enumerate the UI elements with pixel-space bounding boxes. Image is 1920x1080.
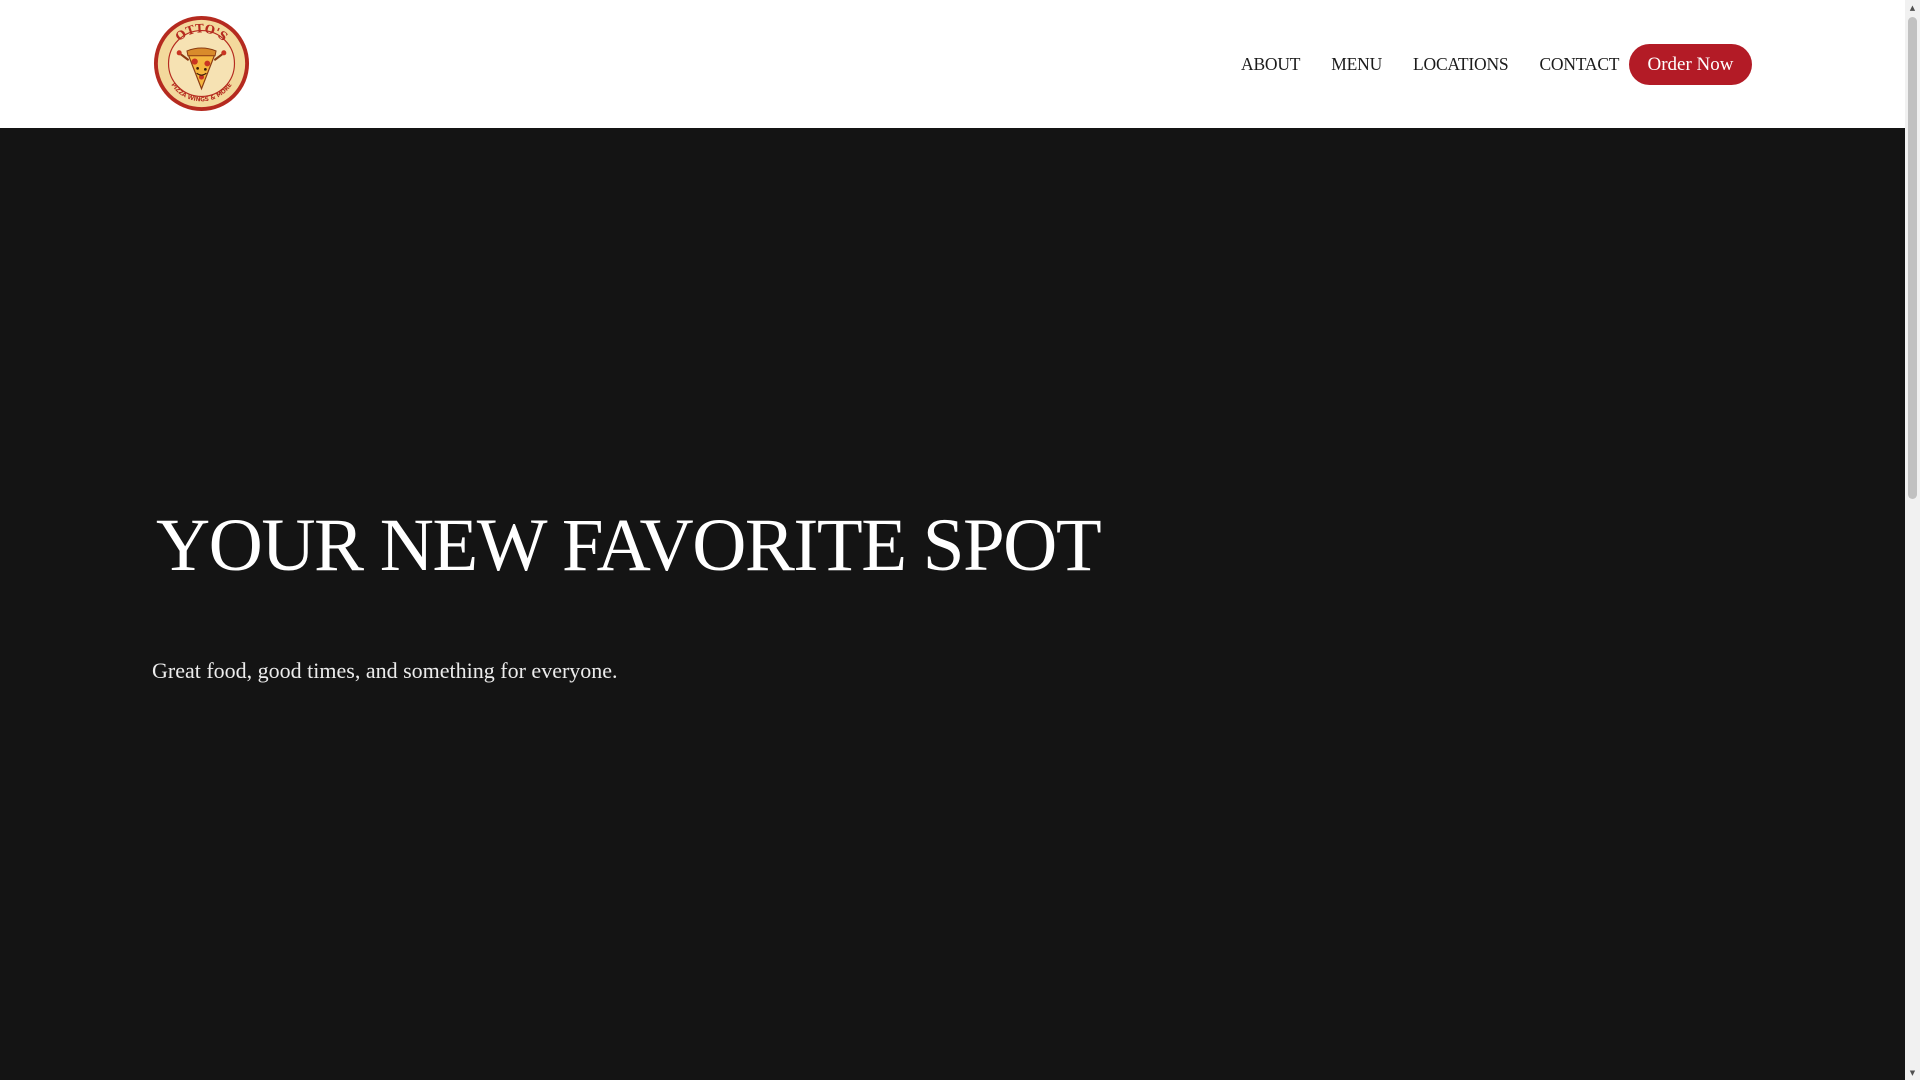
scrollbar-thumb[interactable] bbox=[1908, 17, 1917, 499]
nav-link-about[interactable]: ABOUT bbox=[1241, 54, 1300, 75]
nav-link-contact[interactable]: CONTACT bbox=[1539, 54, 1619, 75]
chevron-up-icon[interactable]: ▲ bbox=[1905, 0, 1920, 15]
hero-section: YOUR NEW FAVORITE SPOT Great food, good … bbox=[0, 128, 1905, 1080]
order-now-button[interactable]: Order Now bbox=[1629, 44, 1752, 85]
site-header: OTTO'S PIZZA WINGS & MORE ABOUT MENU LOC… bbox=[0, 0, 1905, 128]
hero-subtitle: Great food, good times, and something fo… bbox=[152, 658, 618, 683]
page-scrollbar[interactable]: ▲ ▼ bbox=[1905, 0, 1920, 1080]
nav-link-locations[interactable]: LOCATIONS bbox=[1413, 54, 1509, 75]
logo[interactable]: OTTO'S PIZZA WINGS & MORE bbox=[153, 15, 250, 112]
hero-title: YOUR NEW FAVORITE SPOT bbox=[156, 504, 1102, 587]
main-nav: ABOUT MENU LOCATIONS CONTACT bbox=[1241, 0, 1619, 128]
page: OTTO'S PIZZA WINGS & MORE ABOUT MENU LOC… bbox=[0, 0, 1920, 1080]
chevron-down-icon[interactable]: ▼ bbox=[1905, 1065, 1920, 1080]
nav-link-menu[interactable]: MENU bbox=[1331, 54, 1382, 75]
